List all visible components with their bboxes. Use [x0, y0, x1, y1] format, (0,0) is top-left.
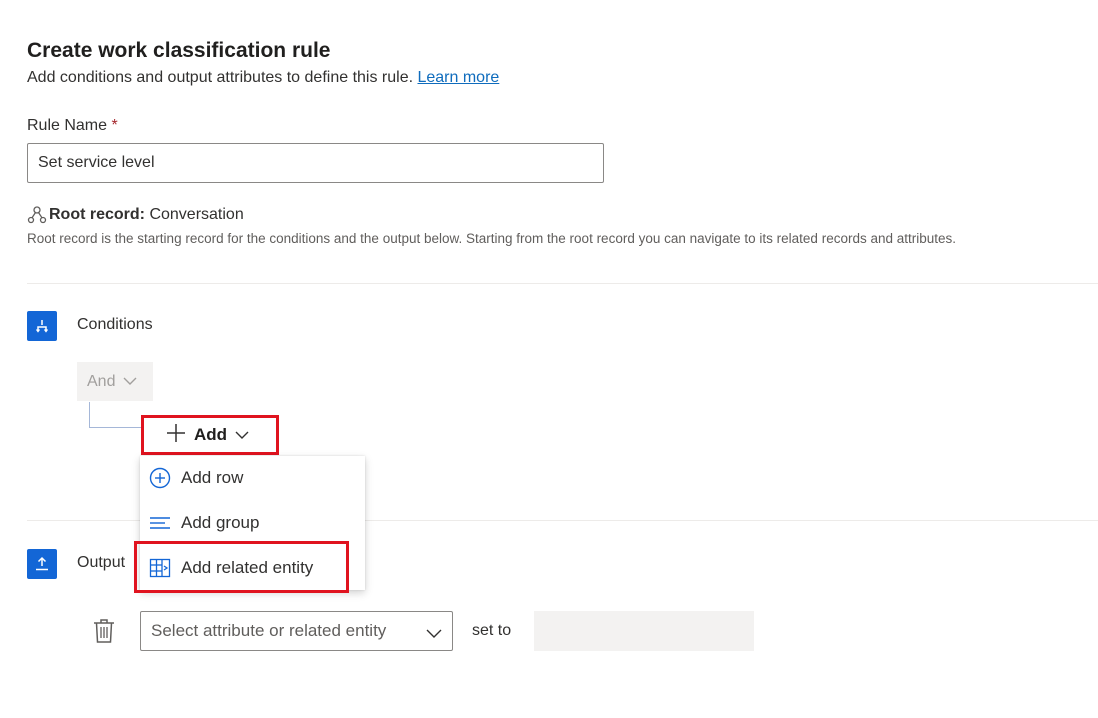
- page-title: Create work classification rule: [27, 39, 331, 62]
- chevron-down-icon: [235, 425, 249, 445]
- tree-connector-vertical: [89, 402, 90, 428]
- add-condition-label: Add: [194, 425, 228, 444]
- attribute-select[interactable]: Select attribute or related entity: [140, 611, 453, 651]
- group-lines-icon: [149, 512, 171, 534]
- trash-icon[interactable]: [93, 618, 115, 644]
- chevron-down-icon: [426, 624, 442, 644]
- value-field[interactable]: [534, 611, 754, 651]
- rule-name-input[interactable]: [27, 143, 604, 183]
- rule-name-label-text: Rule Name: [27, 117, 108, 134]
- root-record-icon: [27, 205, 47, 225]
- set-to-label: set to: [472, 622, 512, 639]
- add-circle-icon: [149, 467, 171, 489]
- highlight-box: [134, 541, 349, 593]
- conditions-icon: [27, 311, 57, 341]
- menu-item-label: Add group: [181, 513, 260, 532]
- root-record-value: Conversation: [149, 206, 244, 223]
- attribute-select-placeholder: Select attribute or related entity: [151, 621, 387, 640]
- subtitle-text: Add conditions and output attributes to …: [27, 69, 414, 86]
- tree-connector-horizontal: [89, 427, 141, 428]
- menu-item-add-row[interactable]: Add row: [140, 458, 365, 498]
- required-mark: *: [111, 117, 118, 134]
- rule-name-label: Rule Name *: [27, 117, 118, 135]
- and-operator-label: And: [87, 372, 116, 390]
- page-subtitle: Add conditions and output attributes to …: [27, 69, 499, 87]
- plus-icon: [166, 423, 186, 448]
- menu-item-add-group[interactable]: Add group: [140, 503, 365, 543]
- output-icon: [27, 549, 57, 579]
- chevron-down-icon: [123, 373, 137, 391]
- root-record-description: Root record is the starting record for t…: [27, 231, 957, 246]
- root-record-row: Root record: Conversation: [27, 205, 244, 225]
- divider: [27, 283, 1098, 284]
- output-title: Output: [77, 554, 126, 571]
- menu-item-label: Add row: [181, 468, 244, 487]
- add-condition-button[interactable]: Add: [141, 415, 279, 455]
- learn-more-link[interactable]: Learn more: [417, 69, 499, 86]
- and-operator-dropdown[interactable]: And: [77, 362, 153, 401]
- conditions-title: Conditions: [77, 316, 153, 333]
- root-record-label: Root record:: [49, 206, 145, 223]
